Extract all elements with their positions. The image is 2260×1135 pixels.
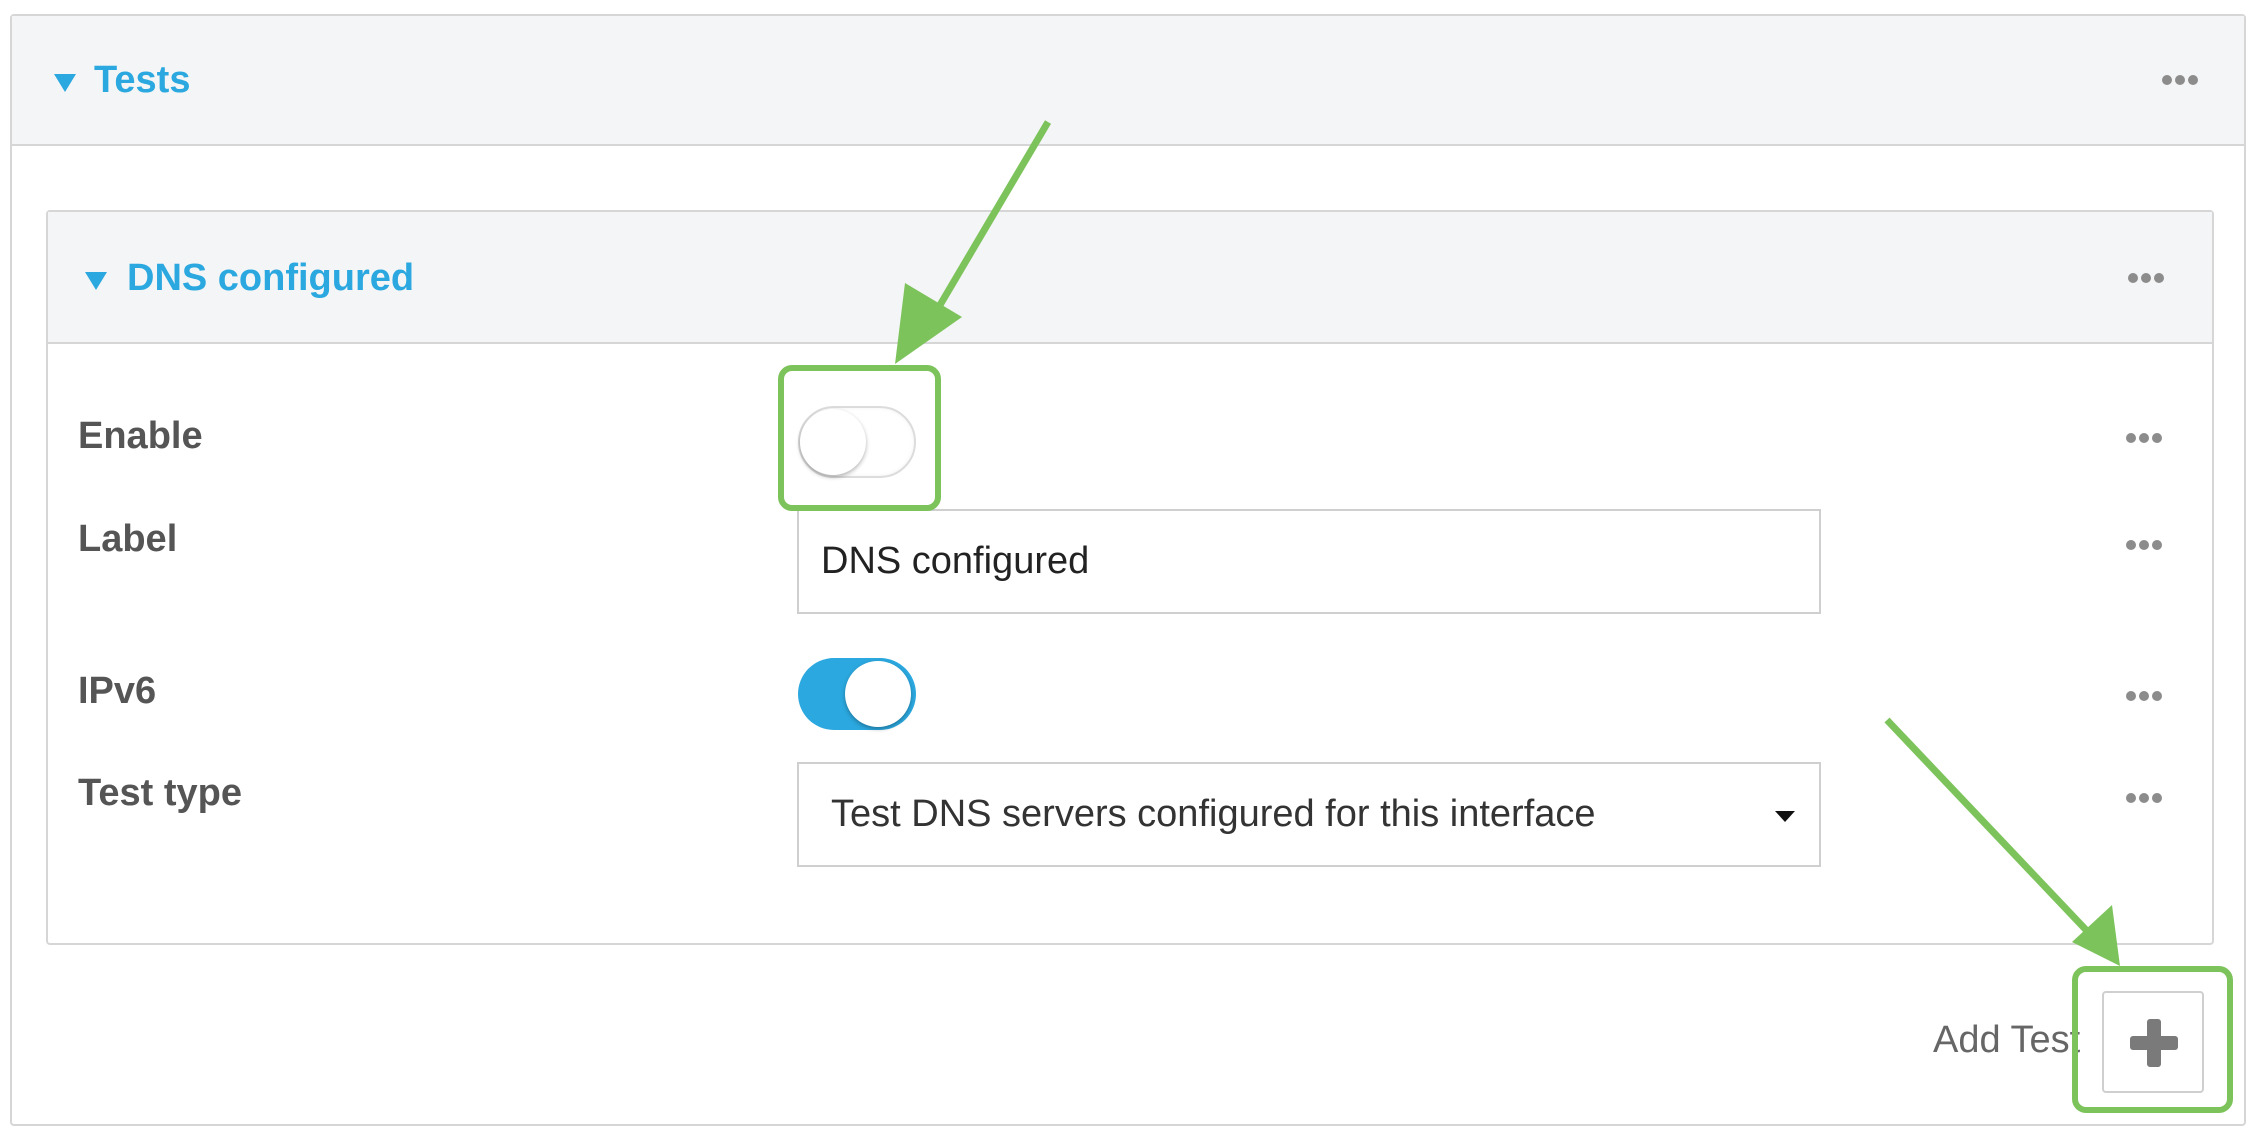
arrow-to-enable-line bbox=[926, 120, 1052, 324]
annotation-arrows bbox=[895, 120, 2120, 966]
arrow-to-add-line bbox=[1884, 717, 2091, 935]
arrow-to-add-head bbox=[2072, 905, 2120, 966]
arrow-to-enable-head bbox=[895, 283, 962, 364]
